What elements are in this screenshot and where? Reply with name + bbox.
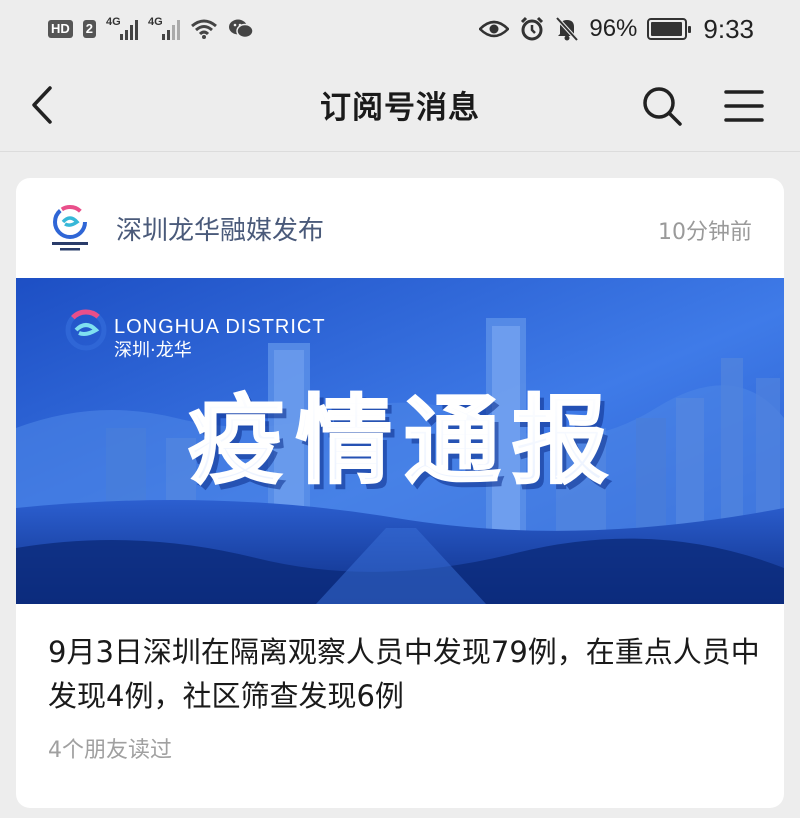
timestamp: 10分钟前 xyxy=(658,220,752,245)
article-cover-image[interactable]: LONGHUA DISTRICT 深圳·龙华 疫情通报 疫情通报 xyxy=(16,278,784,604)
alarm-icon xyxy=(521,16,544,41)
mute-icon xyxy=(555,16,579,42)
cover-illustration: LONGHUA DISTRICT 深圳·龙华 疫情通报 疫情通报 xyxy=(16,278,784,604)
banner-title: 疫情通报 xyxy=(188,385,620,497)
nav-bar: 订阅号消息 xyxy=(0,58,800,152)
status-right: 96% 9:33 xyxy=(479,14,754,45)
battery-fill xyxy=(651,22,683,36)
account-name[interactable]: 深圳龙华融媒发布 xyxy=(116,210,324,247)
signal-icon: 4G xyxy=(148,16,181,40)
status-bar: HD 2 4G 4G 96% 9:33 xyxy=(0,0,800,58)
sim2-icon: 2 xyxy=(82,20,97,38)
banner-logo-en: LONGHUA DISTRICT xyxy=(114,316,326,338)
network-type-label: 4G xyxy=(106,16,121,28)
banner-logo-cn: 深圳·龙华 xyxy=(114,340,192,361)
clock: 9:33 xyxy=(703,13,754,44)
search-icon[interactable] xyxy=(640,84,684,128)
wechat-icon xyxy=(229,19,254,39)
page-title: 订阅号消息 xyxy=(320,90,480,126)
battery-icon xyxy=(647,18,692,40)
signal-icon: 4G xyxy=(106,16,139,40)
status-left: HD 2 4G 4G xyxy=(48,16,254,40)
battery-percent: 96% xyxy=(589,15,638,42)
menu-icon[interactable] xyxy=(724,86,764,126)
network-type-label: 4G xyxy=(148,16,163,28)
back-icon[interactable] xyxy=(24,82,60,128)
account-avatar[interactable] xyxy=(46,200,94,252)
wifi-icon xyxy=(191,19,217,39)
hd-icon: HD xyxy=(48,20,73,38)
eye-icon xyxy=(479,20,510,38)
friends-read-count: 4个朋友读过 xyxy=(48,738,172,763)
card-header[interactable]: 深圳龙华融媒发布 10分钟前 xyxy=(16,178,784,278)
article-card[interactable]: 深圳龙华融媒发布 10分钟前 LONGHUA DISTRICT 深圳·龙华 疫情… xyxy=(16,178,784,808)
article-headline[interactable]: 9月3日深圳在隔离观察人员中发现79例，在重点人员中发现4例，社区筛查发现6例 xyxy=(48,630,768,718)
